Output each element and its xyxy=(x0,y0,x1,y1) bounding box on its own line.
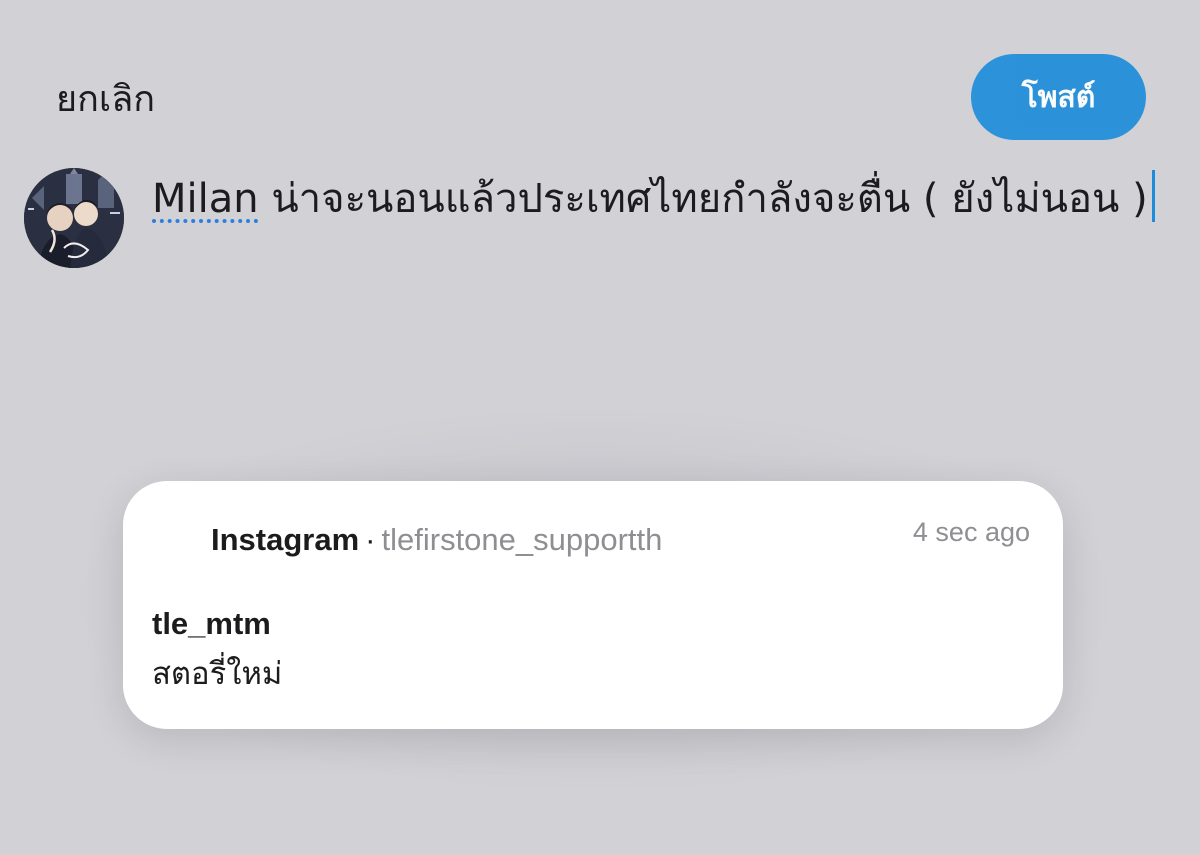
post-button-label: โพสต์ xyxy=(1021,79,1096,115)
avatar[interactable] xyxy=(24,168,124,268)
text-cursor xyxy=(1151,170,1155,222)
notification-account: tlefirstone_supportth xyxy=(381,522,663,557)
misspelled-word[interactable]: Milan xyxy=(152,176,259,222)
post-button[interactable]: โพสต์ xyxy=(971,54,1146,140)
notification-separator: · xyxy=(365,522,376,557)
notification-title: tle_mtm xyxy=(152,606,271,641)
instagram-icon xyxy=(148,517,194,563)
notification-header: Instagram · tlefirstone_supportth xyxy=(211,518,662,562)
notification-body: สตอรี่ใหม่ xyxy=(152,656,283,692)
cancel-button[interactable]: ยกเลิก xyxy=(56,76,155,124)
notification-app-name: Instagram xyxy=(211,522,360,557)
notification-time: 4 sec ago xyxy=(912,517,1030,547)
compose-screen: ยกเลิก โพสต์ Milan น่าจะนอนแล้วประเทศไทย… xyxy=(0,0,1200,855)
compose-text-area[interactable]: Milan น่าจะนอนแล้วประเทศไทยกำลังจะตื่น (… xyxy=(152,170,1162,227)
avatar-image xyxy=(24,168,124,268)
compose-text: น่าจะนอนแล้วประเทศไทยกำลังจะตื่น ( ยังไม… xyxy=(258,176,1148,222)
